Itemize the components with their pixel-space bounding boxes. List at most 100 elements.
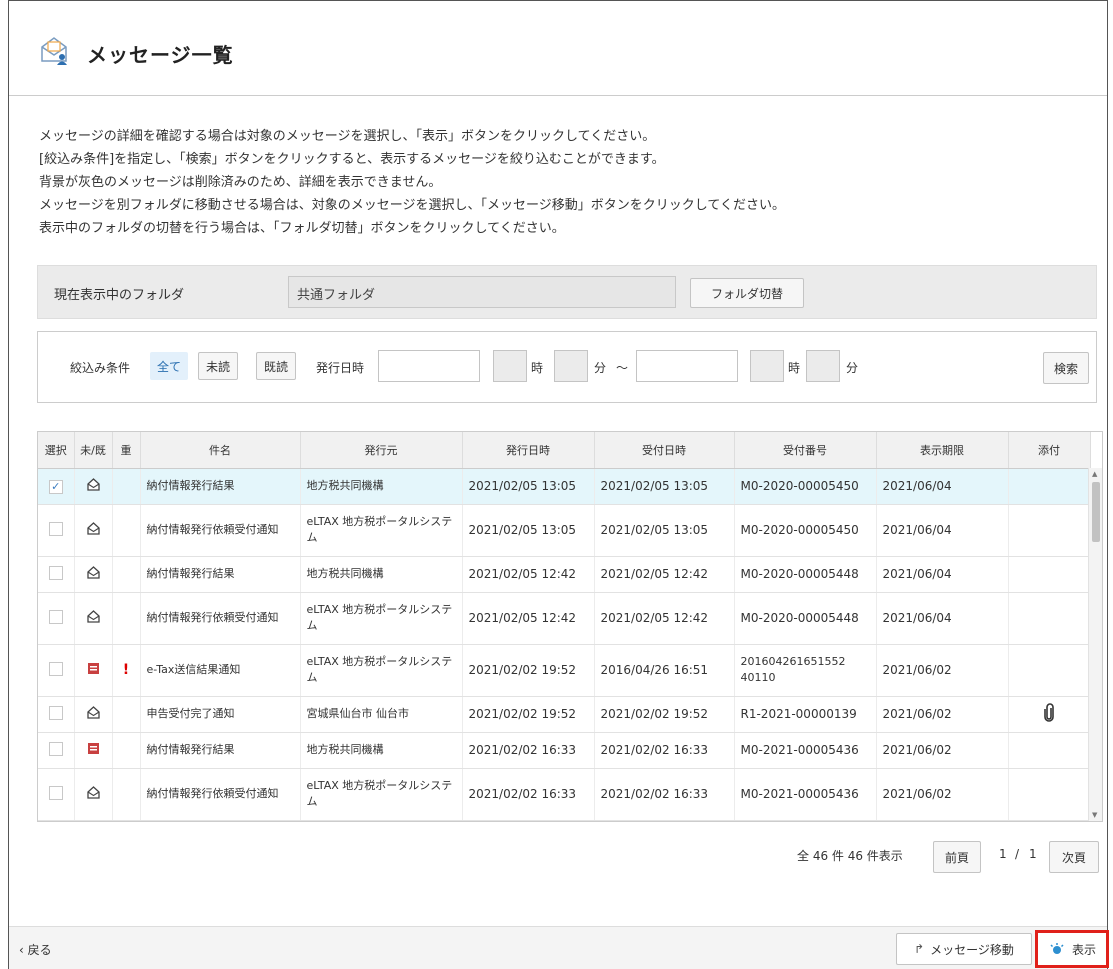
back-link[interactable]: ‹ 戻る — [19, 941, 52, 958]
row-issued: 2021/02/02 16:33 — [462, 768, 595, 821]
col-important[interactable]: 重 — [112, 432, 141, 469]
row-expiry: 2021/06/02 — [876, 644, 1009, 697]
row-number: M0-2021-00005436 — [734, 732, 877, 769]
filter-unread-button[interactable]: 未読 — [198, 352, 238, 380]
col-issued[interactable]: 発行日時 — [462, 432, 595, 469]
row-number: M0-2020-00005448 — [734, 592, 877, 645]
row-issued: 2021/02/05 12:42 — [462, 556, 595, 593]
row-received: 2021/02/05 13:05 — [594, 468, 735, 505]
row-subject: 納付情報発行結果 — [140, 556, 301, 593]
table-row[interactable]: 納付情報発行依頼受付通知 eLTAX 地方税ポータルシステム 2021/02/0… — [38, 768, 1091, 821]
next-page-button[interactable]: 次頁 — [1049, 841, 1099, 873]
instruction-line: メッセージの詳細を確認する場合は対象のメッセージを選択し、「表示」ボタンをクリッ… — [39, 129, 656, 144]
important-mark: ! — [122, 662, 130, 678]
start-minute-input[interactable] — [554, 350, 588, 382]
row-checkbox[interactable] — [48, 785, 63, 800]
read-icon — [86, 786, 100, 799]
scrollbar-thumb[interactable] — [1092, 482, 1100, 542]
search-button[interactable]: 検索 — [1043, 352, 1089, 384]
row-issuer: 地方税共同機構 — [300, 556, 463, 593]
filter-label: 絞込み条件 — [70, 361, 131, 375]
row-number: M0-2020-00005448 — [734, 556, 877, 593]
col-subject[interactable]: 件名 — [140, 432, 301, 469]
prev-page-button[interactable]: 前頁 — [933, 841, 981, 873]
row-expiry: 2021/06/04 — [876, 504, 1009, 557]
instruction-line: メッセージを別フォルダに移動させる場合は、対象のメッセージを選択し、「メッセージ… — [39, 198, 785, 213]
row-issued: 2021/02/05 13:05 — [462, 468, 595, 505]
row-checkbox[interactable] — [48, 609, 63, 624]
move-label: メッセージ移動 — [930, 942, 1014, 957]
table-row[interactable]: 納付情報発行依頼受付通知 eLTAX 地方税ポータルシステム 2021/02/0… — [38, 504, 1091, 557]
col-issuer[interactable]: 発行元 — [300, 432, 463, 469]
row-subject: 申告受付完了通知 — [140, 696, 301, 733]
page-separator: / — [1015, 847, 1020, 861]
row-received: 2021/02/05 13:05 — [594, 504, 735, 557]
instructions: メッセージの詳細を確認する場合は対象のメッセージを選択し、「表示」ボタンをクリッ… — [39, 125, 785, 240]
end-minute-input[interactable] — [806, 350, 840, 382]
instruction-line: 背景が灰色のメッセージは削除済みのため、詳細を表示できません。 — [39, 175, 442, 190]
col-received[interactable]: 受付日時 — [594, 432, 735, 469]
row-issuer: eLTAX 地方税ポータルシステム — [300, 644, 463, 697]
table-row[interactable]: 納付情報発行結果 地方税共同機構 2021/02/02 16:33 2021/0… — [38, 732, 1091, 769]
row-issued: 2021/02/02 16:33 — [462, 732, 595, 769]
filter-all-button[interactable]: 全て — [150, 352, 188, 380]
row-expiry: 2021/06/02 — [876, 696, 1009, 733]
start-minute-unit: 分 — [594, 361, 607, 375]
row-checkbox[interactable] — [48, 705, 63, 720]
row-expiry: 2021/06/04 — [876, 556, 1009, 593]
show-button[interactable]: 表示 — [1035, 930, 1109, 968]
unread-icon — [87, 663, 99, 674]
paperclip-icon[interactable] — [1042, 702, 1056, 723]
filter-box: 絞込み条件 全て 未読 既読 発行日時 時 分 ～ 時 分 検索 — [37, 331, 1097, 403]
row-checkbox[interactable]: ✓ — [48, 479, 63, 494]
row-checkbox[interactable] — [48, 741, 63, 756]
col-expiry[interactable]: 表示期限 — [876, 432, 1009, 469]
row-received: 2021/02/02 16:33 — [594, 732, 735, 769]
col-attachment[interactable]: 添付 — [1008, 432, 1091, 469]
show-label: 表示 — [1071, 942, 1096, 957]
table-row[interactable]: 納付情報発行依頼受付通知 eLTAX 地方税ポータルシステム 2021/02/0… — [38, 592, 1091, 645]
row-expiry: 2021/06/02 — [876, 732, 1009, 769]
row-checkbox[interactable] — [48, 521, 63, 536]
end-minute-unit: 分 — [846, 361, 859, 375]
row-checkbox[interactable] — [48, 661, 63, 676]
row-received: 2021/02/02 16:33 — [594, 768, 735, 821]
start-date-input[interactable] — [378, 350, 480, 382]
start-hour-input[interactable] — [493, 350, 527, 382]
row-issuer: eLTAX 地方税ポータルシステム — [300, 592, 463, 645]
row-subject: 納付情報発行依頼受付通知 — [140, 504, 301, 557]
instruction-line: 表示中のフォルダの切替を行う場合は、「フォルダ切替」ボタンをクリックしてください… — [39, 221, 565, 236]
folder-label: 現在表示中のフォルダ — [54, 288, 185, 303]
scroll-down-icon[interactable]: ▼ — [1092, 811, 1097, 819]
current-page: 1 — [999, 847, 1007, 861]
row-expiry: 2021/06/04 — [876, 592, 1009, 645]
row-checkbox[interactable] — [48, 565, 63, 580]
move-message-button[interactable]: ↱ メッセージ移動 — [896, 933, 1032, 965]
end-date-input[interactable] — [636, 350, 738, 382]
table-scrollbar[interactable]: ▲ ▼ — [1088, 468, 1102, 821]
row-issued: 2021/02/02 19:52 — [462, 696, 595, 733]
folder-switch-button[interactable]: フォルダ切替 — [690, 278, 804, 308]
page-header: メッセージ一覧 — [9, 1, 1107, 96]
row-received: 2021/02/05 12:42 — [594, 556, 735, 593]
col-number[interactable]: 受付番号 — [734, 432, 877, 469]
table-row[interactable]: ! e-Tax送信結果通知 eLTAX 地方税ポータルシステム 2021/02/… — [38, 644, 1091, 697]
table-row[interactable]: ✓ 納付情報発行結果 地方税共同機構 2021/02/05 13:05 2021… — [38, 468, 1091, 505]
scroll-up-icon[interactable]: ▲ — [1092, 470, 1097, 478]
table-row[interactable]: 納付情報発行結果 地方税共同機構 2021/02/05 12:42 2021/0… — [38, 556, 1091, 593]
table-row[interactable]: 申告受付完了通知 宮城県仙台市 仙台市 2021/02/02 19:52 202… — [38, 696, 1091, 733]
row-number: M0-2020-00005450 — [734, 504, 877, 557]
row-issuer: 宮城県仙台市 仙台市 — [300, 696, 463, 733]
end-hour-input[interactable] — [750, 350, 784, 382]
col-read-status[interactable]: 未/既 — [74, 432, 113, 469]
row-subject: e-Tax送信結果通知 — [140, 644, 301, 697]
row-number: M0-2021-00005436 — [734, 768, 877, 821]
read-icon — [86, 522, 100, 535]
col-select[interactable]: 選択 — [38, 432, 75, 469]
row-number: R1-2021-00000139 — [734, 696, 877, 733]
row-issued: 2021/02/02 19:52 — [462, 644, 595, 697]
footer-bar: ‹ 戻る ↱ メッセージ移動 表示 — [9, 926, 1109, 969]
row-expiry: 2021/06/04 — [876, 468, 1009, 505]
read-icon — [86, 478, 100, 491]
filter-read-button[interactable]: 既読 — [256, 352, 296, 380]
